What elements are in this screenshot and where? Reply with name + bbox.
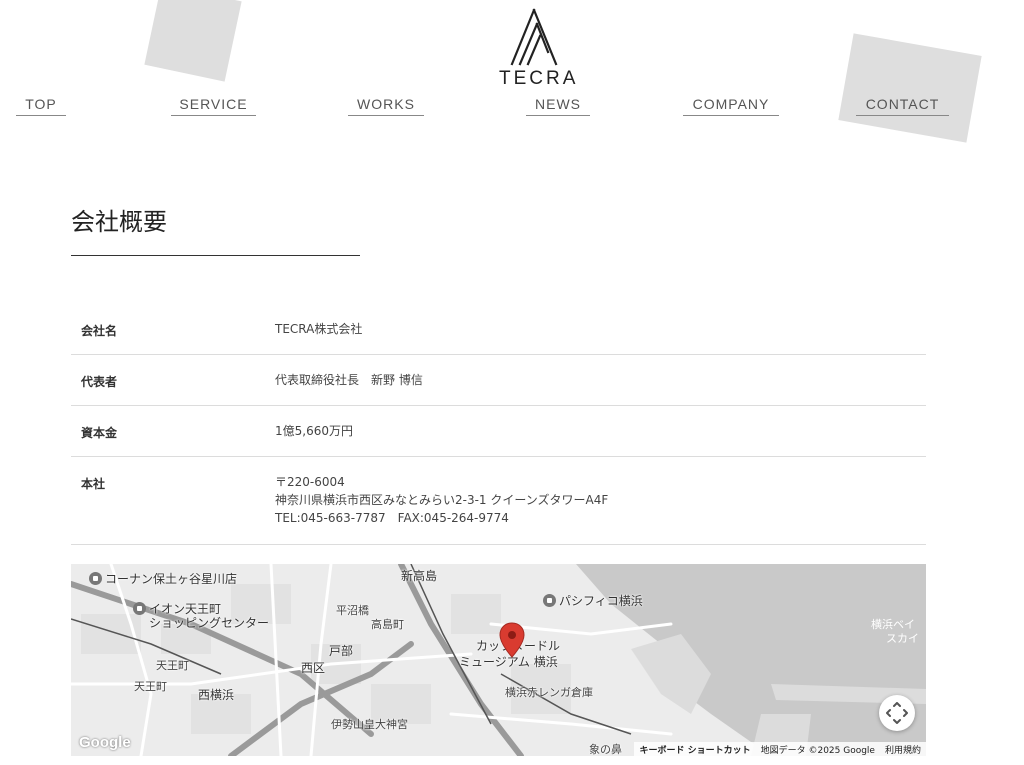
nav-service[interactable]: SERVICE [171, 96, 256, 116]
map-label-hiranuma: 平沼橋 [336, 604, 369, 617]
nav-news[interactable]: NEWS [526, 96, 590, 116]
google-map[interactable]: コーナン保土ヶ谷星川店 イオン天王町 ショッピングセンター 平沼橋 新高島 高島… [71, 564, 926, 756]
keyboard-shortcuts-link[interactable]: キーボード ショートカット [639, 743, 750, 756]
postal-code: 〒220-6004 [275, 474, 345, 489]
shop-icon [133, 602, 146, 615]
map-label-aeon-sub: ショッピングセンター [149, 616, 270, 630]
nav-contact[interactable]: CONTACT [856, 96, 949, 116]
map-label-tennocho-1: 天王町 [156, 659, 189, 672]
nav-works[interactable]: WORKS [348, 96, 424, 116]
google-logo: Google [79, 734, 131, 751]
table-row-representative: 代表者 代表取締役社長 新野 博信 [71, 354, 926, 405]
terms-link[interactable]: 利用規約 [885, 743, 921, 756]
table-row-capital: 資本金 1億5,660万円 [71, 405, 926, 456]
company-info-table: 会社名 TECRA株式会社 代表者 代表取締役社長 新野 博信 資本金 1億5,… [71, 304, 926, 545]
row-label: 会社名 [81, 324, 118, 338]
map-label-konan[interactable]: コーナン保土ヶ谷星川店 [89, 570, 237, 587]
map-label-sky: スカイ [886, 632, 919, 645]
page-title: 会社概要 [71, 208, 167, 236]
title-underline [71, 255, 360, 256]
table-row-headquarters: 本社 〒220-6004 神奈川県横浜市西区みなとみらい2-3-1 クイーンズタ… [71, 456, 926, 544]
row-label: 本社 [81, 476, 106, 491]
map-label-nishiyokohama: 西横浜 [198, 688, 235, 702]
nav-top[interactable]: TOP [16, 96, 66, 116]
map-label-iseyama: 伊勢山皇大神宮 [331, 718, 408, 731]
decorative-shape-right [838, 33, 982, 143]
logo-text: TECRA [499, 68, 579, 89]
table-row-company-name: 会社名 TECRA株式会社 [71, 304, 926, 354]
row-value: TECRA株式会社 [275, 322, 363, 336]
row-value: 〒220-6004 神奈川県横浜市西区みなとみらい2-3-1 クイーンズタワーA… [275, 456, 926, 544]
map-label-takashimacho: 高島町 [371, 618, 404, 631]
camera-control-icon [886, 702, 908, 724]
map-camera-control-button[interactable] [879, 695, 915, 731]
tecra-logo[interactable]: TECRA [499, 8, 579, 89]
map-label-tennocho-2: 天王町 [134, 680, 167, 693]
map-data-credit: 地図データ ©2025 Google [760, 745, 875, 756]
address: 神奈川県横浜市西区みなとみらい2-3-1 クイーンズタワーA4F [275, 492, 609, 507]
location-pin-icon[interactable] [499, 622, 525, 658]
phone-fax: TEL:045-663-7787 FAX:045-264-9774 [275, 510, 509, 525]
row-label: 資本金 [81, 425, 118, 440]
map-label-akarenga[interactable]: 横浜赤レンガ倉庫 [505, 684, 593, 700]
map-attribution: キーボード ショートカット 地図データ ©2025 Google 利用規約 [634, 742, 926, 756]
nav-company[interactable]: COMPANY [683, 96, 779, 116]
map-label-nishiku: 西区 [301, 661, 326, 675]
main-nav: TOP SERVICE WORKS NEWS COMPANY CONTACT [0, 96, 1024, 120]
map-label-zounohana: 象の鼻 [589, 743, 622, 756]
row-value: 代表取締役社長 新野 博信 [275, 372, 423, 387]
row-value: 1億5,660万円 [275, 423, 353, 438]
decorative-shape-left [144, 0, 242, 82]
row-label: 代表者 [81, 374, 118, 389]
logo-mark-icon [510, 8, 558, 66]
map-label-shintakashima: 新高島 [401, 569, 438, 583]
map-label-tobe: 戸部 [329, 644, 354, 658]
landmark-icon [543, 594, 556, 607]
map-label-pacifico[interactable]: パシフィコ横浜 [543, 592, 643, 609]
shop-icon [89, 572, 102, 585]
